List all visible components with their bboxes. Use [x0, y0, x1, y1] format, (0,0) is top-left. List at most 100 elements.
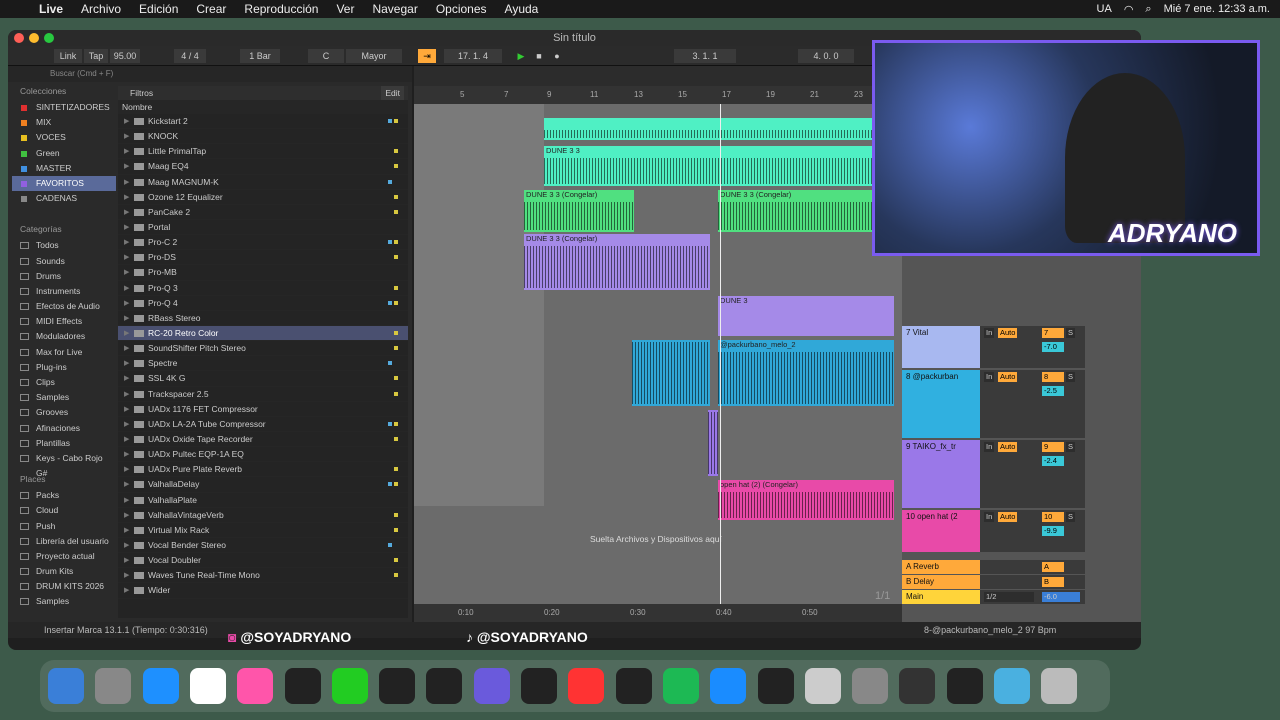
- menu-edicion[interactable]: Edición: [130, 2, 187, 16]
- overview-bar[interactable]: [414, 66, 902, 86]
- main-output[interactable]: 1/2: [984, 592, 1034, 602]
- track-name[interactable]: 7 Vital: [902, 326, 980, 368]
- menu-reproduccion[interactable]: Reproducción: [235, 2, 327, 16]
- menu-opciones[interactable]: Opciones: [427, 2, 496, 16]
- menu-archivo[interactable]: Archivo: [72, 2, 130, 16]
- category-item[interactable]: Keys - Cabo Rojo G#: [12, 451, 116, 478]
- mixer-track[interactable]: 9 TAIKO_fx_tr In Auto 9 S -2.4: [902, 440, 1085, 508]
- tap-button[interactable]: Tap: [84, 49, 108, 63]
- follow-button[interactable]: ⇥: [418, 49, 436, 63]
- expand-icon[interactable]: ▶: [124, 523, 129, 538]
- monitor-auto-button[interactable]: Auto: [998, 512, 1018, 522]
- track-name[interactable]: 9 TAIKO_fx_tr: [902, 440, 980, 508]
- category-item[interactable]: Instruments: [12, 284, 116, 299]
- browser-item[interactable]: ▶ Portal: [118, 220, 408, 236]
- browser-item[interactable]: ▶ Virtual Mix Rack: [118, 523, 408, 538]
- collection-item[interactable]: Green: [12, 146, 116, 161]
- browser-item[interactable]: ▶ ValhallaVintageVerb: [118, 508, 408, 523]
- browser-item[interactable]: ▶ Pro-MB: [118, 265, 408, 281]
- category-item[interactable]: Clips: [12, 375, 116, 390]
- audio-clip[interactable]: DUNE 3 3 (Congelar): [524, 190, 634, 232]
- category-item[interactable]: Sounds: [12, 254, 116, 269]
- browser-item[interactable]: ▶ UADx LA-2A Tube Compressor: [118, 417, 408, 432]
- volume-field[interactable]: -9.9: [1042, 526, 1064, 536]
- dock-ua-icon[interactable]: UA: [615, 668, 652, 704]
- mixer-track[interactable]: 10 open hat (2 In Auto 10 S -9.9: [902, 510, 1085, 552]
- expand-icon[interactable]: ▶: [124, 205, 129, 220]
- place-item[interactable]: Cloud: [12, 503, 116, 518]
- category-item[interactable]: Drums: [12, 269, 116, 284]
- dock-obs-icon[interactable]: OBS: [899, 668, 936, 704]
- place-item[interactable]: Samples: [12, 594, 116, 609]
- solo-button[interactable]: S: [1066, 512, 1076, 522]
- dock-chrome-icon[interactable]: Chrome: [189, 668, 226, 704]
- time-signature[interactable]: 4 / 4: [174, 49, 206, 63]
- browser-item[interactable]: ▶ SSL 4K G: [118, 371, 408, 387]
- monitor-auto-button[interactable]: Auto: [998, 328, 1018, 338]
- expand-icon[interactable]: ▶: [124, 538, 129, 553]
- song-position[interactable]: 17. 1. 4: [444, 49, 502, 63]
- clock[interactable]: Mié 7 ene. 12:33 a.m.: [1164, 3, 1270, 15]
- expand-icon[interactable]: ▶: [124, 387, 129, 402]
- browser-item[interactable]: ▶ Pro-Q 4: [118, 296, 408, 311]
- category-item[interactable]: Max for Live: [12, 345, 116, 360]
- expand-icon[interactable]: ▶: [124, 175, 129, 190]
- drop-zone[interactable]: Suelta Archivos y Dispositivos aquí: [590, 534, 722, 544]
- zoom-window-button[interactable]: [44, 33, 54, 43]
- browser-item[interactable]: ▶ Little PrimalTap: [118, 144, 408, 160]
- dock-live-icon[interactable]: Live: [521, 668, 557, 704]
- collection-item[interactable]: SINTETIZADORES: [12, 100, 116, 115]
- key-select[interactable]: C: [308, 49, 344, 63]
- return-track[interactable]: B Delay B: [902, 575, 1085, 589]
- place-item[interactable]: Push: [12, 519, 116, 534]
- dock-keys-icon[interactable]: Keys: [946, 668, 983, 704]
- track-name[interactable]: 8 @packurban: [902, 370, 980, 438]
- browser-item[interactable]: ▶ Spectre: [118, 356, 408, 372]
- main-track[interactable]: Main 1/2 -6.0: [902, 590, 1085, 604]
- dock-safari-icon[interactable]: Safari: [142, 668, 179, 704]
- dock-app-store-icon[interactable]: App Store: [710, 668, 747, 704]
- expand-icon[interactable]: ▶: [124, 326, 129, 341]
- dock-tv-icon[interactable]: TV: [757, 668, 794, 704]
- minimize-window-button[interactable]: [29, 33, 39, 43]
- dock-settings-icon[interactable]: Settings: [852, 668, 889, 704]
- browser-item[interactable]: ▶ RBass Stereo: [118, 311, 408, 326]
- dock-trash-icon[interactable]: Trash: [1041, 668, 1078, 704]
- monitor-auto-button[interactable]: Auto: [998, 442, 1018, 452]
- expand-icon[interactable]: ▶: [124, 296, 129, 311]
- dock-stats-icon[interactable]: Stats: [284, 668, 321, 704]
- monitor-auto-button[interactable]: Auto: [998, 372, 1018, 382]
- main-track-name[interactable]: Main: [902, 590, 980, 604]
- expand-icon[interactable]: ▶: [124, 281, 129, 296]
- expand-icon[interactable]: ▶: [124, 432, 129, 447]
- place-item[interactable]: Packs: [12, 488, 116, 503]
- expand-icon[interactable]: ▶: [124, 371, 129, 386]
- volume-field[interactable]: -7.0: [1042, 342, 1064, 352]
- browser-item[interactable]: ▶ Ozone 12 Equalizer: [118, 190, 408, 205]
- dock-finder-icon[interactable]: Finder: [48, 668, 84, 704]
- browser-item[interactable]: ▶ Pro-DS: [118, 250, 408, 266]
- place-item[interactable]: Librería del usuario: [12, 534, 116, 549]
- expand-icon[interactable]: ▶: [124, 250, 129, 265]
- expand-icon[interactable]: ▶: [124, 553, 129, 568]
- browser-item[interactable]: ▶ UADx Oxide Tape Recorder: [118, 432, 408, 448]
- search-icon[interactable]: ⌕: [1145, 3, 1151, 16]
- dock-launchpad-icon[interactable]: Launchpad: [95, 668, 132, 704]
- browser-item[interactable]: ▶ UADx 1176 FET Compressor: [118, 402, 408, 417]
- name-column-header[interactable]: Nombre: [118, 100, 408, 114]
- expand-icon[interactable]: ▶: [124, 447, 129, 462]
- close-window-button[interactable]: [14, 33, 24, 43]
- return-letter[interactable]: A: [1042, 562, 1064, 572]
- browser-item[interactable]: ▶ UADx Pultec EQP-1A EQ: [118, 447, 408, 463]
- wifi-icon[interactable]: ◠: [1124, 3, 1134, 16]
- link-button[interactable]: Link: [54, 49, 82, 63]
- audio-clip[interactable]: [544, 118, 894, 140]
- browser-item[interactable]: ▶ SoundShifter Pitch Stereo: [118, 341, 408, 357]
- place-item[interactable]: Proyecto actual: [12, 549, 116, 564]
- dock-music-icon[interactable]: Music: [568, 668, 605, 704]
- audio-clip[interactable]: DUNE 3 3 (Congelar): [524, 234, 710, 290]
- volume-field[interactable]: -2.5: [1042, 386, 1064, 396]
- expand-icon[interactable]: ▶: [124, 265, 129, 280]
- expand-icon[interactable]: ▶: [124, 583, 129, 598]
- expand-icon[interactable]: ▶: [124, 235, 129, 250]
